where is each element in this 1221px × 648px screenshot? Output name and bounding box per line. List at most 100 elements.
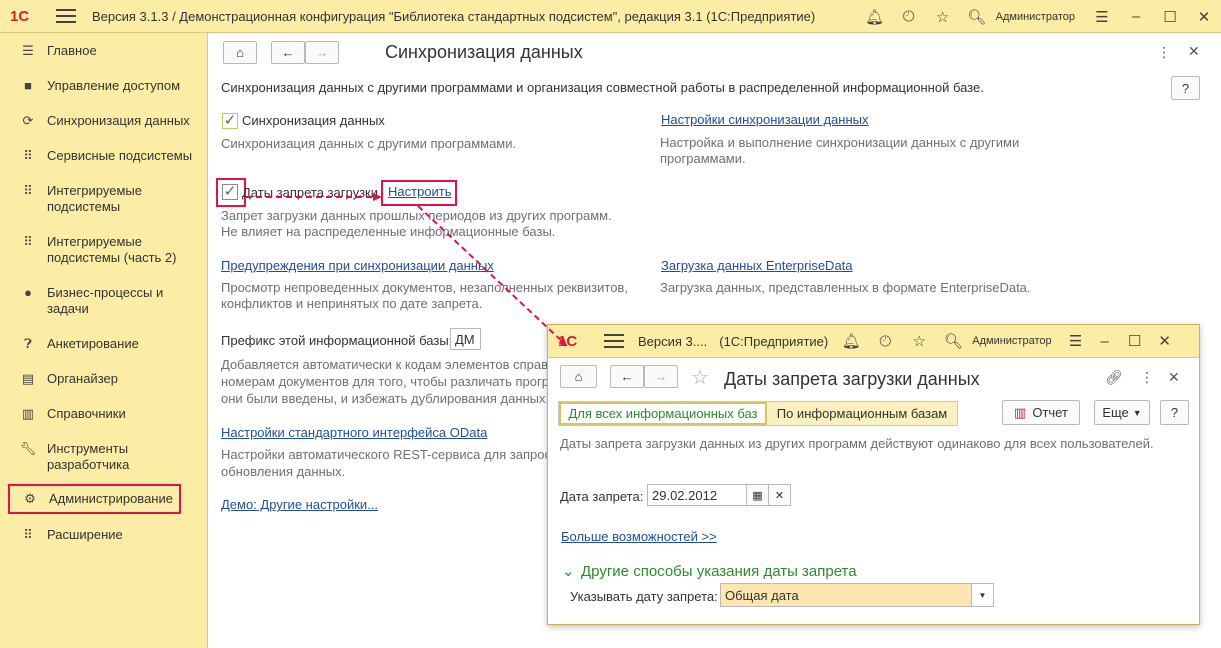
main-menu-icon[interactable] bbox=[604, 334, 624, 348]
close-icon[interactable]: ✕ bbox=[1168, 369, 1180, 386]
sync-checkbox[interactable]: ✓ bbox=[222, 113, 238, 129]
enterprise-data-link[interactable]: Загрузка данных EnterpriseData bbox=[661, 258, 853, 273]
search-icon[interactable]: 🔍︎ bbox=[960, 0, 994, 33]
sidebar-item-organizer[interactable]: ▤ Органайзер bbox=[8, 371, 198, 387]
bell-icon[interactable]: 🔔︎ bbox=[858, 0, 892, 33]
star-icon[interactable]: ☆ bbox=[902, 325, 936, 358]
bell-icon[interactable]: 🔔︎ bbox=[834, 325, 868, 358]
mode-tabs: Для всех информационных баз По информаци… bbox=[558, 401, 958, 426]
search-icon[interactable]: 🔍︎ bbox=[936, 325, 970, 358]
date-label: Дата запрета: bbox=[560, 489, 644, 504]
sidebar-item-business[interactable]: ● Бизнес-процессы и задачи bbox=[8, 285, 198, 317]
maximize-icon[interactable]: ☐ bbox=[1120, 325, 1150, 358]
minimize-icon[interactable]: – bbox=[1119, 0, 1153, 33]
back-button[interactable]: ← bbox=[271, 41, 305, 64]
sidebar-item-label: Синхронизация данных bbox=[47, 113, 190, 128]
sync-settings-link[interactable]: Настройки синхронизации данных bbox=[661, 112, 869, 127]
ban-desc: Запрет загрузки данных прошлых периодов … bbox=[221, 208, 612, 223]
forward-button[interactable]: → bbox=[305, 41, 339, 64]
report-button[interactable]: ▥ Отчет bbox=[1002, 400, 1080, 425]
minimize-icon[interactable]: – bbox=[1090, 325, 1120, 358]
settings-menu-icon[interactable]: ☰ bbox=[1062, 325, 1090, 358]
popup-window-title: Версия 3.... bbox=[638, 333, 708, 349]
sidebar-item-integrated[interactable]: ⠿ Интегрируемые подсистемы bbox=[8, 183, 198, 215]
sidebar-item-label: Органайзер bbox=[47, 371, 118, 386]
sidebar-item-main[interactable]: ☰ Главное bbox=[8, 43, 198, 59]
favorite-star-icon[interactable]: ☆ bbox=[691, 365, 709, 390]
sidebar-item-label: Главное bbox=[47, 43, 97, 58]
arrow-left-icon: ← bbox=[281, 45, 295, 60]
1c-logo: 1С bbox=[10, 7, 30, 25]
forward-button[interactable]: → bbox=[644, 365, 678, 388]
page-title: Синхронизация данных bbox=[385, 42, 583, 62]
more-button[interactable]: Еще ▼ bbox=[1094, 400, 1150, 425]
specify-date-value: Общая дата bbox=[725, 587, 799, 603]
user-name[interactable]: Администратор bbox=[996, 11, 1075, 23]
sidebar-item-services[interactable]: ⠿ Сервисные подсистемы bbox=[8, 148, 198, 164]
back-button[interactable]: ← bbox=[610, 365, 644, 388]
sidebar-item-devtools[interactable]: 🔧︎ Инструменты разработчика bbox=[8, 441, 198, 473]
sync-icon: ⟳ bbox=[22, 113, 34, 128]
other-methods-header[interactable]: Другие способы указания даты запрета bbox=[581, 563, 857, 580]
close-icon[interactable]: ✕ bbox=[1188, 43, 1200, 60]
date-input[interactable]: 29.02.2012 bbox=[647, 484, 747, 506]
tab-all-bases[interactable]: Для всех информационных баз bbox=[559, 402, 767, 425]
sidebar-item-integrated-2[interactable]: ⠿ Интегрируемые подсистемы (часть 2) bbox=[8, 234, 198, 266]
integrated-icon: ⠿ bbox=[23, 183, 33, 198]
sidebar-item-administration[interactable]: ⚙ Администрирование bbox=[8, 484, 181, 514]
ban-dates-window: 1С Версия 3.... (1С:Предприятие) 🔔︎ 🕘︎ ☆… bbox=[547, 324, 1200, 625]
more-actions-icon[interactable]: ⋮ bbox=[1140, 369, 1154, 386]
home-button[interactable]: ⌂ bbox=[560, 365, 597, 388]
calendar-button[interactable]: ▦ bbox=[746, 484, 769, 506]
sidebar-item-label: Управление доступом bbox=[47, 78, 181, 93]
ban-dates-label[interactable]: Даты запрета загрузки bbox=[242, 185, 378, 200]
more-options-link[interactable]: Больше возможностей >> bbox=[561, 529, 717, 544]
sidebar-item-label: Бизнес-процессы и задачи bbox=[47, 285, 164, 316]
close-icon[interactable]: ✕ bbox=[1187, 0, 1221, 33]
sidebar-item-access[interactable]: ■ Управление доступом bbox=[8, 78, 198, 94]
sidebar-item-extension[interactable]: ⠿ Расширение bbox=[8, 527, 198, 543]
warnings-desc: Просмотр непроведенных документов, незап… bbox=[221, 280, 628, 295]
demo-settings-link[interactable]: Демо: Другие настройки... bbox=[221, 497, 378, 512]
sidebar-item-survey[interactable]: ❓︎ Анкетирование bbox=[8, 336, 198, 352]
user-name[interactable]: Администратор bbox=[972, 335, 1051, 347]
prefix-input[interactable]: ДМ bbox=[450, 328, 481, 350]
menu-icon: ☰ bbox=[22, 43, 34, 58]
history-icon[interactable]: 🕘︎ bbox=[868, 325, 902, 358]
dropdown-arrow-icon[interactable]: ▼ bbox=[971, 584, 993, 606]
settings-menu-icon[interactable]: ☰ bbox=[1085, 0, 1119, 33]
odata-link[interactable]: Настройки стандартного интерфейса OData bbox=[221, 425, 487, 440]
tab-by-base[interactable]: По информационным базам bbox=[767, 402, 957, 425]
question-icon: ❓︎ bbox=[24, 336, 32, 351]
specify-date-select[interactable]: Общая дата ▼ bbox=[720, 583, 994, 607]
sidebar-item-label: Администрирование bbox=[49, 491, 173, 506]
report-icon: ▥ bbox=[1014, 404, 1027, 420]
link-icon[interactable]: 🔗︎ bbox=[1105, 369, 1123, 386]
more-actions-icon[interactable]: ⋮ bbox=[1157, 44, 1171, 61]
configure-link[interactable]: Настроить bbox=[388, 184, 452, 199]
wrench-icon: 🔧︎ bbox=[19, 441, 37, 456]
popup-window-app: (1С:Предприятие) bbox=[719, 333, 829, 349]
warnings-link[interactable]: Предупреждения при синхронизации данных bbox=[221, 258, 494, 273]
lock-icon: ■ bbox=[24, 78, 32, 93]
sync-checkbox-label[interactable]: Синхронизация данных bbox=[242, 113, 385, 128]
sidebar-item-catalogs[interactable]: ▥ Справочники bbox=[8, 406, 198, 422]
help-button[interactable]: ? bbox=[1171, 76, 1200, 100]
prefix-desc: они были введены, и избежать дублировани… bbox=[221, 391, 550, 406]
sidebar-item-label: Расширение bbox=[47, 527, 123, 542]
sidebar-item-label: Интегрируемые подсистемы (часть 2) bbox=[47, 234, 177, 265]
sidebar-item-sync[interactable]: ⟳ Синхронизация данных bbox=[8, 113, 198, 129]
popup-form-title: Даты запрета загрузки данных bbox=[724, 369, 980, 389]
report-button-label: Отчет bbox=[1032, 405, 1068, 420]
prefix-label: Префикс этой информационной базы: bbox=[221, 333, 453, 348]
chevron-down-icon[interactable]: ⌄ bbox=[562, 562, 575, 580]
clear-date-button[interactable]: ✕ bbox=[768, 484, 791, 506]
star-icon[interactable]: ☆ bbox=[926, 0, 960, 33]
help-button[interactable]: ? bbox=[1160, 400, 1189, 425]
home-button[interactable]: ⌂ bbox=[223, 41, 257, 64]
main-menu-icon[interactable] bbox=[56, 9, 76, 23]
prefix-desc: Добавляется автоматически к кодам элемен… bbox=[221, 357, 549, 372]
history-icon[interactable]: 🕘︎ bbox=[892, 0, 926, 33]
close-icon[interactable]: ✕ bbox=[1150, 325, 1180, 358]
maximize-icon[interactable]: ☐ bbox=[1153, 0, 1187, 33]
